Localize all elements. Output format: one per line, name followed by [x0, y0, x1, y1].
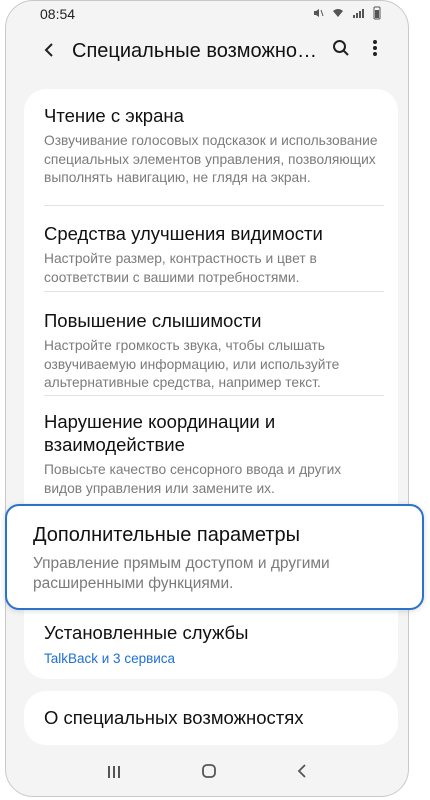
- list-item-advanced-settings[interactable]: Дополнительные параметры Управление прям…: [5, 504, 424, 610]
- home-icon[interactable]: [201, 762, 217, 785]
- item-title: Средства улучшения видимости: [44, 223, 323, 244]
- item-subtitle: TalkBack и 3 сервиса: [44, 651, 176, 666]
- arrow-left-icon[interactable]: [28, 38, 72, 64]
- item-description: Настройте размер, контрастность и цвет в…: [44, 251, 317, 285]
- list-item-about[interactable]: О специальных возможностях: [44, 706, 382, 729]
- list-item-interaction[interactable]: Нарушение координации и взаимодействие П…: [44, 410, 382, 498]
- nav-bar: [6, 749, 408, 796]
- divider: [44, 205, 384, 206]
- app-bar: Специальные возможно…: [6, 27, 408, 75]
- recents-icon[interactable]: [106, 762, 122, 785]
- mute-icon: [312, 7, 324, 22]
- clock: 08:54: [40, 6, 76, 22]
- list-item-screen-reader[interactable]: Чтение с экрана Озвучивание голосовых по…: [44, 104, 382, 188]
- item-title: Чтение с экрана: [44, 105, 184, 126]
- item-title: Нарушение координации и взаимодействие: [44, 411, 276, 455]
- divider: [44, 395, 384, 396]
- item-description: Управление прямым доступом и другими рас…: [33, 555, 330, 592]
- list-item-visibility[interactable]: Средства улучшения видимости Настройте р…: [44, 222, 382, 287]
- item-description: Повысьте качество сенсорного ввода и дру…: [44, 462, 342, 496]
- battery-icon: [372, 6, 382, 23]
- more-vert-icon[interactable]: [358, 39, 392, 63]
- status-bar: 08:54: [6, 1, 408, 27]
- search-icon[interactable]: [324, 39, 358, 63]
- phone-frame: 08:54 Специальные возможно… Чтение с экр…: [5, 0, 409, 797]
- item-title: Повышение слышимости: [44, 310, 262, 331]
- list-item-hearing[interactable]: Повышение слышимости Настройте громкость…: [44, 309, 382, 393]
- item-description: Настройте громкость звука, чтобы слышать…: [44, 338, 340, 390]
- signal-icon: [352, 7, 364, 22]
- page-title: Специальные возможно…: [72, 39, 317, 62]
- item-title: О специальных возможностях: [44, 707, 304, 728]
- list-item-installed-services[interactable]: Установленные службы TalkBack и 3 сервис…: [44, 621, 382, 668]
- divider: [44, 291, 384, 292]
- item-title: Установленные службы: [44, 622, 249, 643]
- back-icon[interactable]: [296, 762, 308, 785]
- item-title: Дополнительные параметры: [33, 524, 300, 546]
- wifi-icon: [332, 7, 344, 22]
- item-description: Озвучивание голосовых подсказок и исполь…: [44, 133, 378, 185]
- status-icons: [312, 6, 382, 23]
